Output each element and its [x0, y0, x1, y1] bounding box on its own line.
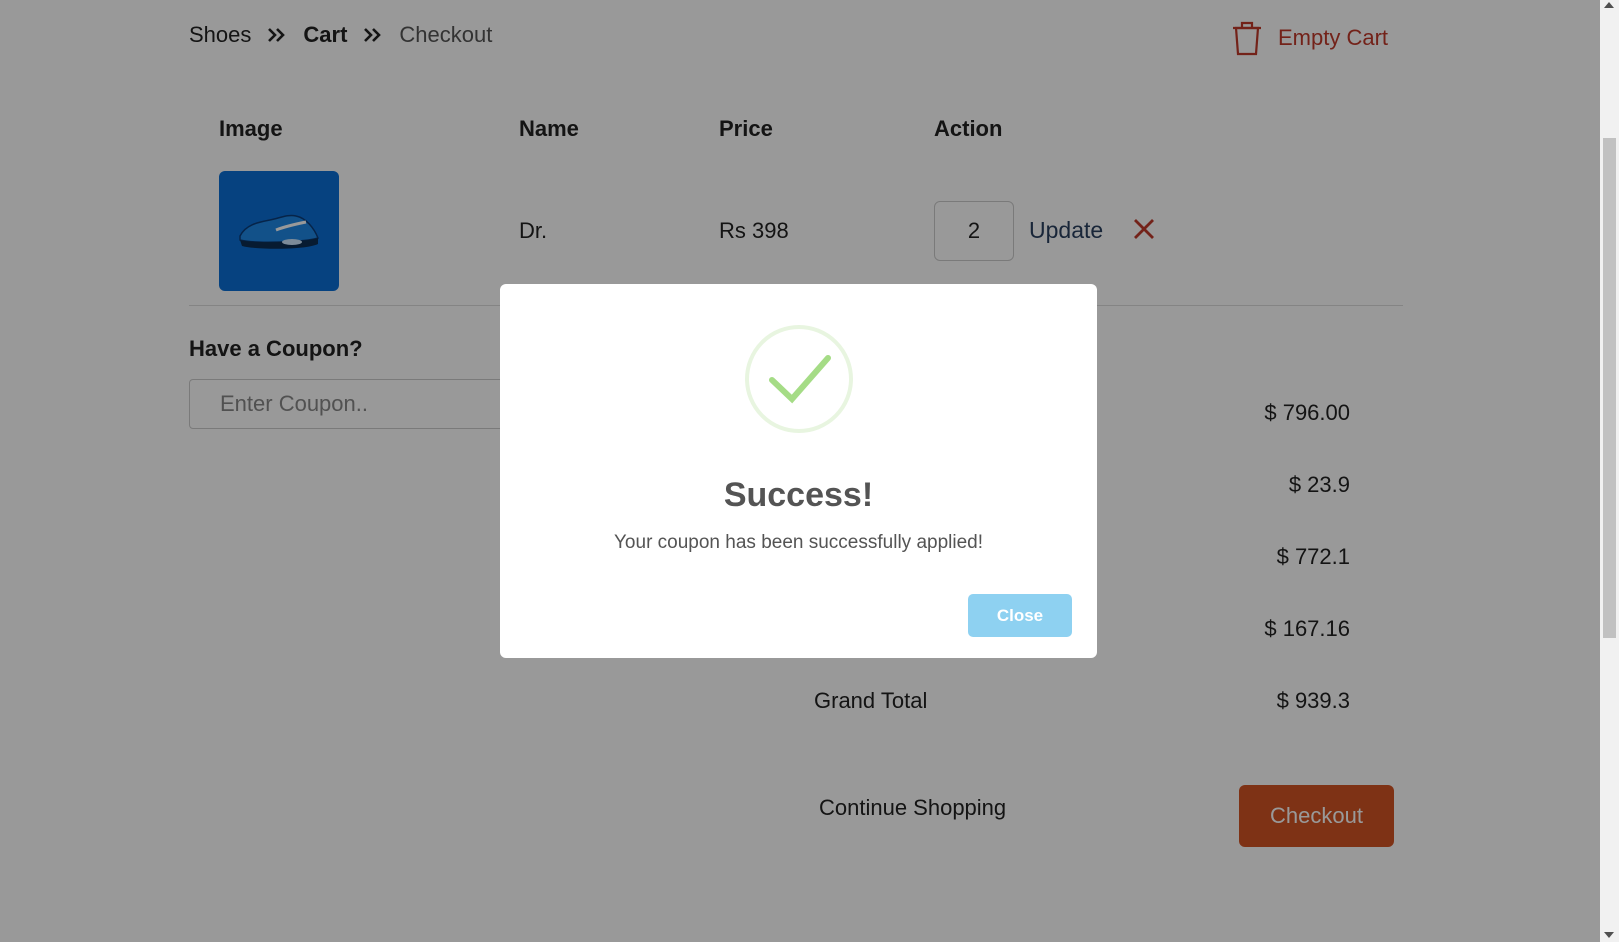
success-modal: Success! Your coupon has been successful…: [500, 284, 1097, 658]
success-check-icon: [744, 324, 854, 439]
scroll-up-arrow-icon[interactable]: [1604, 2, 1614, 8]
modal-message: Your coupon has been successfully applie…: [614, 532, 983, 553]
scroll-thumb[interactable]: [1603, 138, 1616, 638]
scrollbar[interactable]: [1600, 0, 1619, 942]
modal-title: Success!: [723, 476, 874, 514]
scroll-down-arrow-icon[interactable]: [1604, 932, 1614, 938]
close-button[interactable]: Close: [968, 594, 1072, 637]
